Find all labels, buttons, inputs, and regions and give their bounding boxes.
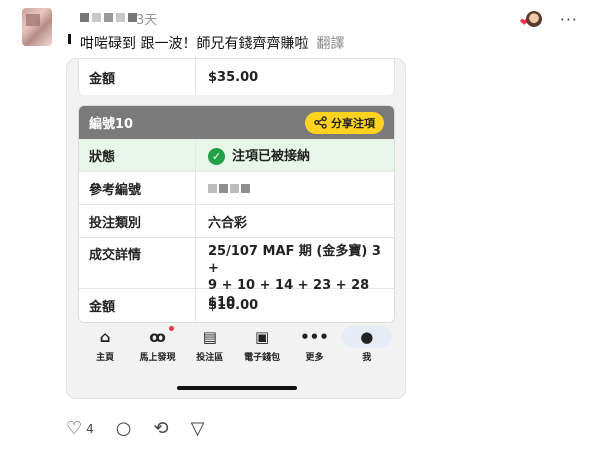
share-button[interactable]: ▽ (191, 418, 205, 439)
comment-button[interactable]: ○ (116, 418, 132, 439)
previous-bet-amount-row: 金額 $35.00 (78, 59, 395, 95)
repost-button[interactable]: ⟲ (154, 418, 169, 439)
person-icon: ● (341, 326, 392, 348)
home-icon: ⌂ (99, 328, 111, 346)
bet-card-title: 編號10 (89, 117, 134, 132)
bet-slip-icon: ▤ (202, 328, 217, 346)
post-actions: ♡ 4 ○ ⟲ ▽ (66, 418, 204, 439)
binoculars-icon: ꝏ (149, 328, 166, 346)
nav-bet-slip[interactable]: ▤ 投注區 (185, 326, 235, 363)
heart-outline-icon: ♡ (66, 418, 83, 439)
avatar[interactable] (22, 8, 52, 46)
send-icon: ▽ (190, 418, 205, 439)
nav-more[interactable]: ••• 更多 (289, 326, 339, 363)
nav-home[interactable]: ⌂ 主頁 (80, 326, 130, 363)
home-indicator (177, 386, 297, 390)
username-redacted[interactable] (80, 10, 137, 24)
share-bet-button[interactable]: 分享注項 (305, 111, 384, 134)
nav-discover[interactable]: ꝏ 馬上發現 (132, 326, 182, 363)
liked-by-avatar-icon[interactable]: ❤ (520, 10, 542, 29)
status-row: 狀態 ✓ 注項已被接納 (79, 139, 394, 172)
nav-me[interactable]: ● 我 (341, 326, 392, 363)
notification-dot (169, 326, 175, 331)
nav-wallet[interactable]: ▣ 電子錢包 (237, 326, 287, 363)
share-icon (314, 116, 327, 129)
attached-screenshot[interactable]: 金額 $35.00 編號10 分享注項 狀態 ✓ 注項已被接納 參考編號 投注類… (66, 58, 406, 399)
bet-type-row: 投注類別 六合彩 (79, 205, 394, 238)
redacted-reference (208, 183, 250, 193)
more-icon: ••• (300, 328, 329, 346)
bet-details-row: 成交詳情 25/107 MAF 期 (金多寶) 3 +9 + 10 + 14 +… (79, 238, 394, 310)
comment-icon: ○ (115, 418, 132, 439)
wallet-icon: ▣ (255, 328, 270, 346)
post-time: 3天 (136, 13, 158, 28)
bottom-nav: ⌂ 主頁 ꝏ 馬上發現 ▤ 投注區 ▣ 電子錢包 ••• 更多 ● 我 (67, 326, 405, 378)
translate-link[interactable]: 翻譯 (316, 36, 344, 52)
bet-card: 編號10 分享注項 狀態 ✓注項已被接納 參考編號 投注類別 六合彩 成交詳情 (78, 105, 395, 323)
like-count: 4 (86, 421, 94, 436)
reference-row: 參考編號 (79, 172, 394, 205)
check-circle-icon: ✓ (208, 148, 225, 165)
like-button[interactable]: ♡ 4 (66, 418, 94, 439)
more-options-icon[interactable]: ··· (560, 10, 578, 29)
post-text: 咁啱碌到 跟一波！師兄有錢齊齊賺啦 翻譯 (80, 36, 345, 52)
repost-icon: ⟲ (153, 418, 169, 439)
